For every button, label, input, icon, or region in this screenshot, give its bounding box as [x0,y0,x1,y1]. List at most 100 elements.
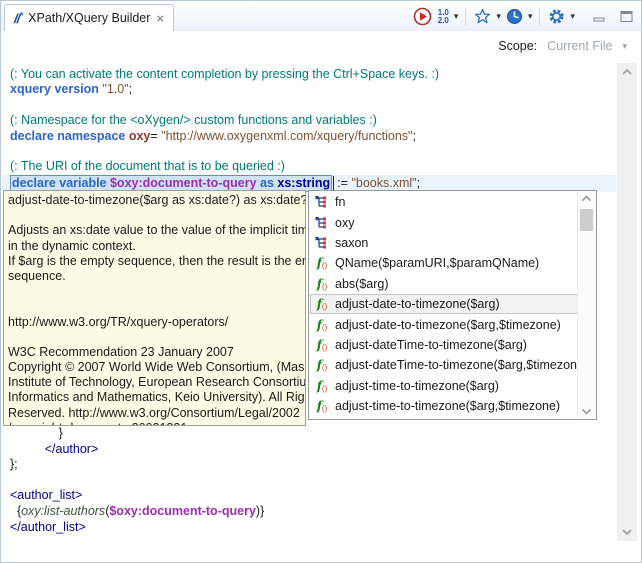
code-token: ; [417,176,420,190]
code-token: as [257,176,278,190]
doc-line: Informatics and Mathematics, Keio Univer… [8,390,301,405]
completion-item[interactable]: f()adjust-time-to-timezone($arg) [310,376,578,396]
favorites-dropdown-arrow[interactable]: ▾ [496,12,501,21]
code-token: xs:string [277,176,330,190]
tab-xpath-xquery-builder[interactable]: //* XPath/XQuery Builder × [4,4,174,31]
completion-item[interactable]: f()adjust-dateTime-to-timezone($arg,$tim… [310,355,578,375]
function-icon: f() [314,297,330,311]
maximize-icon [619,9,634,24]
code-token: xquery version [10,82,102,96]
code-token: "http://www.oxygenxml.com/xquery/functio… [161,129,412,143]
doc-line: Reserved. http://www.w3.org/Consortium/L… [8,406,301,421]
favorites-button[interactable] [473,7,492,26]
text-caret [333,176,334,190]
completion-item[interactable]: f() adjust-date-to-timezone($arg,$timezon… [310,314,578,334]
completion-item[interactable]: saxon [310,233,578,253]
completion-item-label: saxon [335,236,368,250]
scroll-up-icon[interactable] [580,194,593,203]
function-icon: f() [314,399,330,413]
toolbar: 1.02.0 ▾ ▾ ▾ [412,6,641,31]
tab-label: XPath/XQuery Builder [28,11,150,25]
minimize-button[interactable] [591,8,608,25]
code-token: (: Namespace for the <oXygen/> custom fu… [10,113,377,127]
scope-selector[interactable]: Current File [547,39,612,53]
code-token: oxy [129,129,151,143]
function-icon: f() [314,318,330,332]
doc-line: http://www.w3.org/TR/xquery-operators/ [8,315,301,330]
history-button[interactable] [505,7,524,26]
editor-scrollbar[interactable] [617,63,637,541]
doc-line: Adjusts an xs:date value to the value of… [8,223,301,238]
doc-line: Institute of Technology, European Resear… [8,375,301,390]
completion-item-label: adjust-date-to-timezone($arg,$timezone) [335,318,561,332]
doc-line: /copyright-documents-20021231 [8,421,301,426]
completion-scrollbar[interactable] [577,192,595,418]
completion-item-label: ancestor [335,419,383,420]
namespace-icon [314,195,330,209]
code-token: } [10,426,63,440]
maximize-button[interactable] [618,8,635,25]
code-token: $oxy:document-to-query [109,504,256,518]
star-icon [474,8,491,25]
code-line: (: Namespace for the <oXygen/> custom fu… [10,113,616,128]
code-token: := [337,176,351,190]
completion-item[interactable]: f()adjust-time-to-timezone($arg,$timezon… [310,396,578,416]
scroll-down-icon[interactable] [620,527,634,537]
version-selector[interactable]: 1.02.0 [437,8,450,26]
completion-item[interactable]: fn [310,192,578,212]
function-icon: f() [314,358,330,372]
doc-line: W3C Recommendation 23 January 2007 [8,345,301,360]
scroll-down-icon[interactable] [580,407,593,416]
code-token: declare variable [12,176,110,190]
history-dropdown-arrow[interactable]: ▾ [528,12,533,21]
doc-line: sequence. [8,269,301,284]
code-line [10,98,616,113]
completion-item[interactable]: f() adjust-date-to-timezone($arg) [310,294,578,314]
code-line: </author> [10,442,610,458]
code-token: "books.xml" [351,176,416,190]
gear-icon [548,8,565,25]
toolbar-separator [465,8,466,26]
code-token: declare namespace [10,129,129,143]
code-token: ; [129,82,132,96]
doc-line: If $arg is the empty sequence, then the … [8,254,301,269]
completion-item-label: adjust-date-to-timezone($arg) [335,297,500,311]
doc-line [8,330,301,345]
code-token: </author> [45,442,99,456]
completion-item[interactable]: ancestor [310,416,578,420]
completion-item[interactable]: f()QName($paramURI,$paramQName) [310,253,578,273]
completion-item[interactable]: f()adjust-dateTime-to-timezone($arg) [310,335,578,355]
doc-line: Copyright © 2007 World Wide Web Consorti… [8,360,301,375]
code-token: ; [413,129,416,143]
code-line: </author_list> [10,520,610,536]
scope-dropdown-arrow[interactable]: ▾ [622,42,627,51]
code-line: }; [10,457,610,473]
settings-button[interactable] [547,7,566,26]
close-icon[interactable]: × [156,12,164,25]
completion-item[interactable]: oxy [310,212,578,232]
code-token: "1.0" [102,82,128,96]
code-token: oxy:list-authors [21,504,105,518]
code-token: )} [256,504,264,518]
documentation-popup: adjust-date-to-timezone($arg as xs:date?… [3,190,306,426]
run-button[interactable] [412,6,433,27]
completion-item-label: abs($arg) [335,277,389,291]
code-line: (: You can activate the content completi… [10,67,616,82]
doc-line [8,208,301,223]
scroll-up-icon[interactable] [620,67,634,77]
code-token: <author_list> [10,488,82,502]
doc-line: in the dynamic context. [8,239,301,254]
completion-list: fn oxy saxon f()QName($paramURI,$paramQName… [310,192,578,420]
doc-line: adjust-date-to-timezone($arg as xs:date?… [8,193,301,208]
completion-item-label: oxy [335,216,354,230]
completion-item[interactable]: f()abs($arg) [310,274,578,294]
namespace-icon [314,216,330,230]
code-token: = [150,129,161,143]
code-line: {oxy:list-authors($oxy:document-to-query… [10,504,610,520]
completion-popup: fn oxy saxon f()QName($paramURI,$paramQName… [308,190,597,420]
code-token [10,442,45,456]
settings-dropdown-arrow[interactable]: ▾ [570,12,575,21]
scrollbar-thumb[interactable] [580,209,593,231]
version-dropdown-arrow[interactable]: ▾ [454,12,459,21]
minimize-icon [592,9,607,24]
